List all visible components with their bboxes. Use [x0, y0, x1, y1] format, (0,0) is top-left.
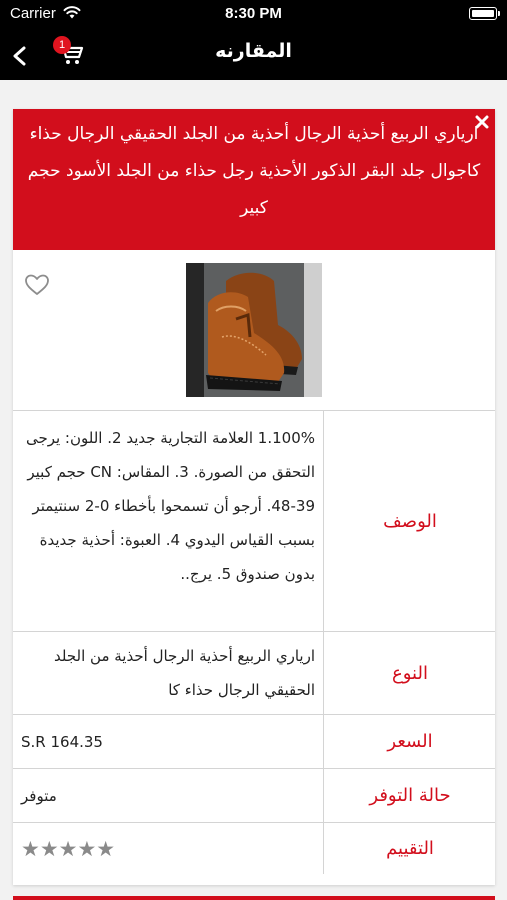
spec-row-price: S.R 164.35 السعر	[13, 714, 495, 768]
price-value: S.R 164.35	[13, 715, 324, 768]
spec-label: حالة التوفر	[369, 785, 451, 806]
status-time: 8:30 PM	[225, 5, 282, 22]
spec-row-rating: ★★★★★ التقييم	[13, 822, 495, 874]
heart-outline-icon[interactable]	[24, 273, 50, 297]
product-title: ارياري الربيع أحذية الرجال أحذية من الجل…	[27, 124, 481, 218]
comparison-card: ارياري الربيع أحذية الرجال أحذية من الجل…	[13, 109, 495, 885]
price-text: S.R 164.35	[21, 732, 103, 751]
spec-row-availability: متوفر حالة التوفر	[13, 768, 495, 822]
compare-screen: Carrier 8:30 PM 1 المقارنه ارياري الربيع…	[0, 0, 507, 900]
spec-value: ارياري الربيع أحذية الرجال أحذية من الجل…	[13, 632, 324, 714]
status-bar: Carrier 8:30 PM	[0, 0, 507, 28]
spec-row-description: 1.100% العلامة التجارية جديد 2. اللون: ي…	[13, 410, 495, 631]
spec-label: الوصف	[383, 510, 437, 532]
spec-value: 1.100% العلامة التجارية جديد 2. اللون: ي…	[13, 411, 324, 631]
spec-table: 1.100% العلامة التجارية جديد 2. اللون: ي…	[13, 410, 495, 874]
next-card-header	[13, 896, 495, 900]
product-title-box: ارياري الربيع أحذية الرجال أحذية من الجل…	[13, 109, 495, 250]
page-title: المقارنه	[215, 40, 292, 62]
availability-value: متوفر	[13, 769, 324, 822]
spec-row-type: ارياري الربيع أحذية الرجال أحذية من الجل…	[13, 631, 495, 714]
boot-photo	[186, 263, 322, 397]
spec-label: التقييم	[386, 838, 434, 859]
availability-text: متوفر	[21, 786, 57, 805]
navigation-bar: 1 المقارنه	[0, 28, 507, 80]
rating-stars: ★★★★★	[21, 836, 116, 861]
battery-full-icon	[469, 7, 500, 20]
spec-label: النوع	[392, 662, 428, 684]
spec-label: السعر	[387, 731, 433, 752]
close-icon[interactable]	[474, 114, 490, 130]
rating-value: ★★★★★	[13, 823, 324, 874]
